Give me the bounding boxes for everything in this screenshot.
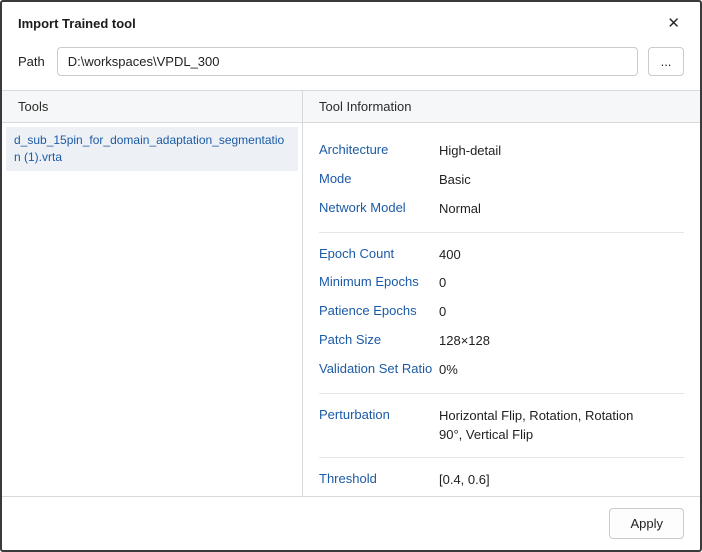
path-input[interactable]	[57, 47, 638, 76]
info-label: Network Model	[319, 200, 439, 219]
info-value: Normal	[439, 200, 684, 219]
info-row-threshold: Threshold [0.4, 0.6]	[319, 466, 684, 495]
info-value: High-detail	[439, 142, 684, 161]
info-row-perturbation: Perturbation Horizontal Flip, Rotation, …	[319, 402, 684, 450]
info-label: Minimum Epochs	[319, 274, 439, 293]
path-row: Path ...	[2, 43, 700, 90]
dialog-titlebar: Import Trained tool ✕	[2, 2, 700, 43]
info-row-epoch-count: Epoch Count 400	[319, 241, 684, 270]
info-label: Patch Size	[319, 332, 439, 351]
tool-list-item[interactable]: d_sub_15pin_for_domain_adaptation_segmen…	[6, 127, 298, 171]
close-icon[interactable]: ✕	[663, 14, 684, 33]
divider	[319, 232, 684, 233]
info-row-region-filter: Region Filter -	[319, 495, 684, 496]
info-row-network-model: Network Model Normal	[319, 195, 684, 224]
path-label: Path	[18, 54, 45, 69]
tool-list: d_sub_15pin_for_domain_adaptation_segmen…	[2, 123, 302, 496]
info-value: 128×128	[439, 332, 684, 351]
browse-button[interactable]: ...	[648, 47, 684, 76]
panels: Tools d_sub_15pin_for_domain_adaptation_…	[2, 90, 700, 497]
info-value: 0%	[439, 361, 684, 380]
info-row-minimum-epochs: Minimum Epochs 0	[319, 269, 684, 298]
info-row-patch-size: Patch Size 128×128	[319, 327, 684, 356]
info-value: Basic	[439, 171, 684, 190]
info-row-patience-epochs: Patience Epochs 0	[319, 298, 684, 327]
tools-panel: Tools d_sub_15pin_for_domain_adaptation_…	[2, 91, 303, 496]
tools-panel-header: Tools	[2, 91, 302, 123]
info-row-mode: Mode Basic	[319, 166, 684, 195]
tool-information-header: Tool Information	[303, 91, 700, 123]
apply-button[interactable]: Apply	[609, 508, 684, 539]
divider	[319, 457, 684, 458]
info-label: Epoch Count	[319, 246, 439, 265]
info-row-validation-set-ratio: Validation Set Ratio 0%	[319, 356, 684, 385]
info-value: 0	[439, 303, 684, 322]
divider	[319, 393, 684, 394]
tool-information-panel: Tool Information Architecture High-detai…	[303, 91, 700, 496]
tool-information-content: Architecture High-detail Mode Basic Netw…	[303, 123, 700, 496]
info-value: Horizontal Flip, Rotation, Rotation 90°,…	[439, 407, 684, 445]
info-row-architecture: Architecture High-detail	[319, 137, 684, 166]
info-value: [0.4, 0.6]	[439, 471, 684, 490]
info-value: 0	[439, 274, 684, 293]
info-label: Architecture	[319, 142, 439, 161]
info-label: Mode	[319, 171, 439, 190]
dialog-title: Import Trained tool	[18, 16, 136, 31]
info-value: 400	[439, 246, 684, 265]
dialog-footer: Apply	[2, 497, 700, 550]
import-trained-tool-dialog: Import Trained tool ✕ Path ... Tools d_s…	[0, 0, 702, 552]
info-label: Validation Set Ratio	[319, 361, 439, 380]
info-label: Patience Epochs	[319, 303, 439, 322]
info-label: Perturbation	[319, 407, 439, 445]
info-label: Threshold	[319, 471, 439, 490]
